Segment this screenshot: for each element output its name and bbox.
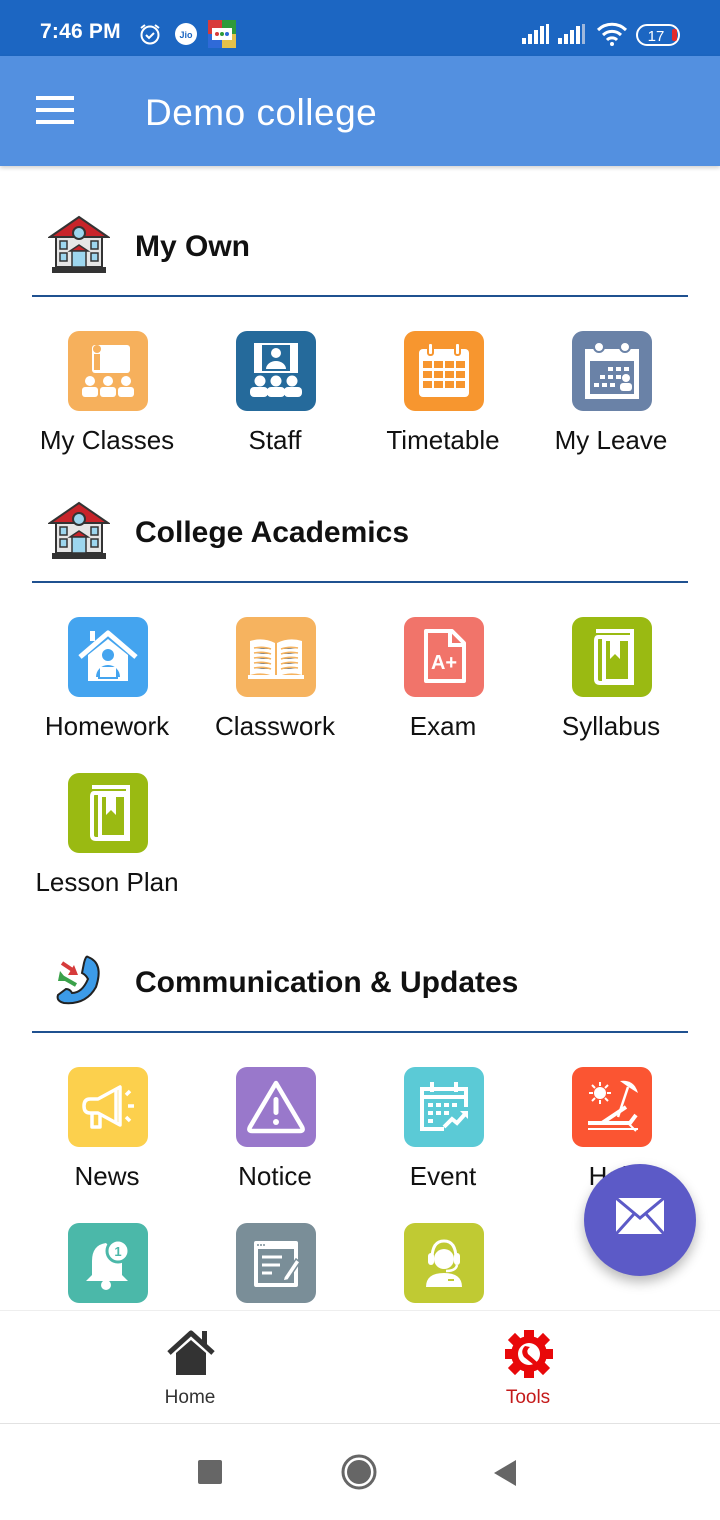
tile-my-leave[interactable]: My Leave [527,331,695,481]
mail-icon [616,1198,664,1234]
support-agent-icon [404,1223,484,1303]
tile-label: Staff [248,425,302,455]
battery-level: 17 [648,28,665,45]
hamburger-menu-icon[interactable] [36,96,76,126]
system-navigation-bar [0,1425,720,1520]
tile-homework[interactable]: Homework [23,617,191,767]
tile-lesson-plan[interactable]: Lesson Plan [23,773,191,923]
wifi-icon [596,22,628,51]
status-time: 7:46 PM [40,20,121,43]
warning-triangle-icon [236,1067,316,1147]
nav-label: Home [164,1387,216,1408]
phone-call-icon [48,949,110,1011]
svg-text:1: 1 [114,1244,121,1259]
home-circle-icon[interactable] [341,1454,377,1495]
recents-square-icon[interactable] [198,1460,222,1489]
tile-support[interactable] [359,1223,527,1305]
tile-staff[interactable]: Staff [191,331,359,481]
compose-message-button[interactable] [584,1164,696,1276]
house-study-icon [68,617,148,697]
nav-home[interactable]: Home [90,1311,290,1423]
nav-tools[interactable]: Tools [428,1311,628,1423]
signal-icon [522,24,550,49]
svg-text:Jio: Jio [179,30,193,40]
section-header-my-own: My Own [32,207,688,297]
bottom-navigation: Home Tools [0,1310,720,1424]
nav-label: Tools [505,1387,551,1408]
megaphone-icon [68,1067,148,1147]
tile-my-classes[interactable]: My Classes [23,331,191,481]
calendar-trend-icon [404,1067,484,1147]
tile-event[interactable]: Event [359,1067,527,1217]
tile-classwork[interactable]: Classwork [191,617,359,767]
alarm-icon [138,22,162,51]
tile-label: My Leave [554,425,668,455]
tile-news[interactable]: News [23,1067,191,1217]
tile-label: Exam [409,711,477,741]
ludo-king-app-icon [208,20,236,53]
bookmark-book-icon [68,773,148,853]
tile-note[interactable] [191,1223,359,1305]
signal-icon [558,24,586,49]
tile-label: Event [409,1161,477,1191]
tile-label: My Classes [39,425,175,455]
school-building-icon [46,213,112,275]
tools-gear-icon [505,1330,553,1378]
tile-exam[interactable]: A+ Exam [359,617,527,767]
tile-label: Notice [238,1161,312,1191]
beach-holiday-icon [572,1067,652,1147]
note-edit-icon [236,1223,316,1303]
battery-icon: 17 [636,24,684,51]
tile-timetable[interactable]: Timetable [359,331,527,481]
app-bar: Demo college [0,56,720,166]
status-bar: 7:46 PM Jio 17 [0,0,720,56]
tile-label: Timetable [386,425,500,455]
school-building-icon [46,499,112,561]
back-triangle-icon[interactable] [494,1460,518,1491]
calendar-person-icon [572,331,652,411]
section-header-communication-updates: Communication & Updates [32,943,688,1033]
section-header-college-academics: College Academics [32,493,688,583]
home-icon [167,1330,215,1375]
tile-notice[interactable]: Notice [191,1067,359,1217]
staff-group-icon [236,331,316,411]
tile-label: Lesson Plan [35,867,179,897]
bookmark-book-icon [572,617,652,697]
teacher-class-icon [68,331,148,411]
tile-label: Syllabus [561,711,661,741]
section-title: Communication & Updates [135,966,519,999]
tile-label: Classwork [215,711,335,741]
grade-a-plus-icon: A+ [404,617,484,697]
notification-bell-icon: 1 [68,1223,148,1303]
tile-syllabus[interactable]: Syllabus [527,617,695,767]
tile-label: News [74,1161,140,1191]
section-title: My Own [135,230,251,263]
open-book-icon [236,617,316,697]
tile-notification[interactable]: 1 [23,1223,191,1305]
jio-icon: Jio [174,22,198,51]
tile-label: Homework [44,711,170,741]
calendar-grid-icon [404,331,484,411]
app-title: Demo college [145,92,378,133]
section-title: College Academics [135,516,409,549]
svg-text:A+: A+ [431,652,457,674]
